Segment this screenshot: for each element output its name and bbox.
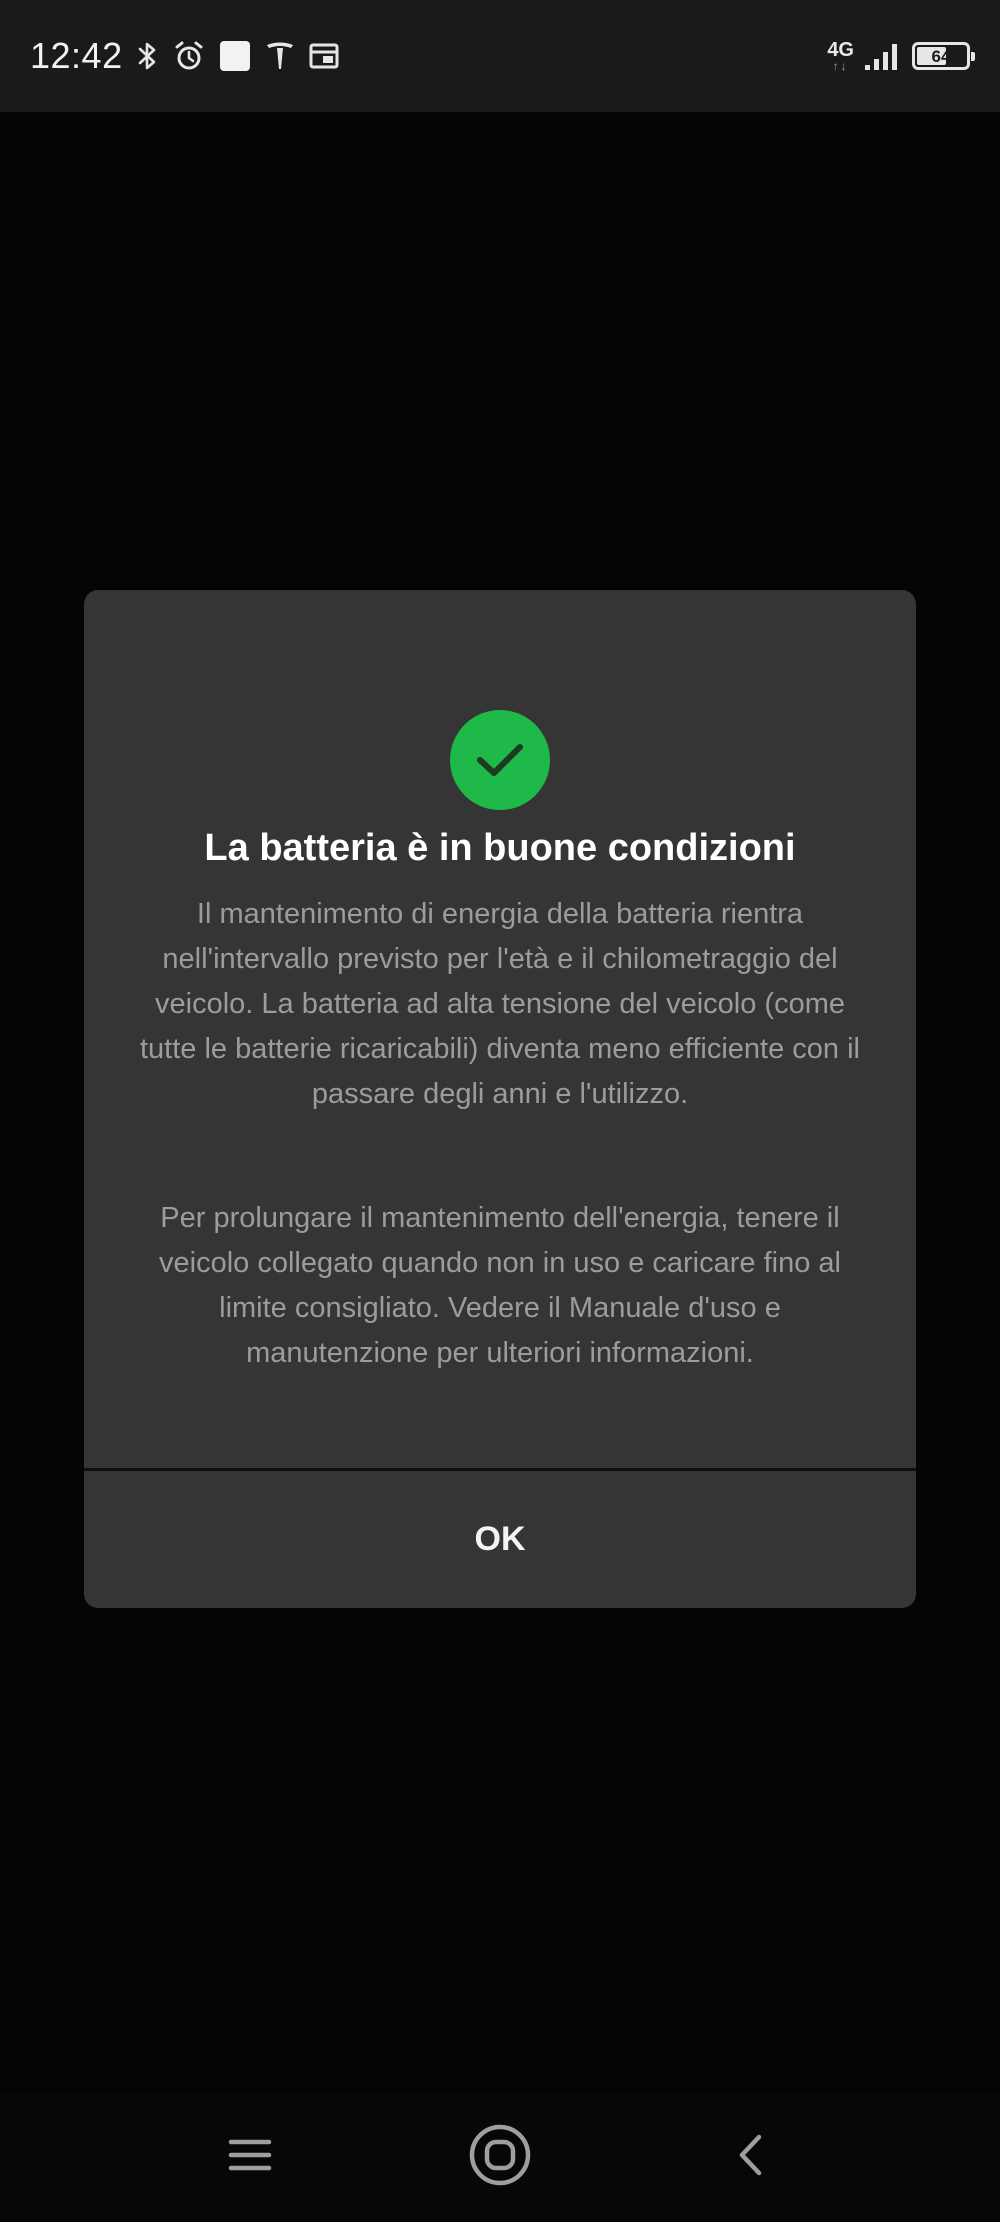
dialog-title: La batteria è in buone condizioni xyxy=(204,827,796,869)
network-arrows: ↑↓ xyxy=(832,59,849,73)
recent-apps-button[interactable] xyxy=(180,2092,320,2222)
bluetooth-icon xyxy=(137,40,159,72)
battery-icon: 64 xyxy=(912,42,975,70)
status-bar: 12:42 4G ↑↓ 64 xyxy=(0,0,1000,112)
cast-icon xyxy=(309,42,339,70)
notification-square-icon xyxy=(219,40,251,72)
network-indicator: 4G ↑↓ xyxy=(827,40,854,72)
navigation-bar xyxy=(0,2092,1000,2222)
home-icon xyxy=(468,2123,532,2192)
home-button[interactable] xyxy=(430,2092,570,2222)
battery-level: 64 xyxy=(931,46,951,66)
ok-button[interactable]: OK xyxy=(84,1471,916,1608)
back-button[interactable] xyxy=(680,2092,820,2222)
menu-icon xyxy=(228,2135,272,2180)
network-type: 4G xyxy=(827,39,854,61)
check-circle-icon xyxy=(450,710,550,810)
status-time: 12:42 xyxy=(30,35,123,76)
status-bar-left: 12:42 xyxy=(30,35,353,77)
dialog-paragraph-1: Il mantenimento di energia della batteri… xyxy=(139,898,860,1110)
dialog-body: La batteria è in buone condizioni Il man… xyxy=(84,590,916,1468)
battery-health-dialog: La batteria è in buone condizioni Il man… xyxy=(84,590,916,1608)
dialog-paragraph-2: Per prolungare il mantenimento dell'ener… xyxy=(159,1202,841,1369)
status-bar-right: 4G ↑↓ 64 xyxy=(827,40,975,72)
alarm-icon xyxy=(173,40,205,72)
signal-icon xyxy=(864,41,900,71)
tesla-icon xyxy=(265,40,295,72)
back-icon xyxy=(735,2131,765,2184)
